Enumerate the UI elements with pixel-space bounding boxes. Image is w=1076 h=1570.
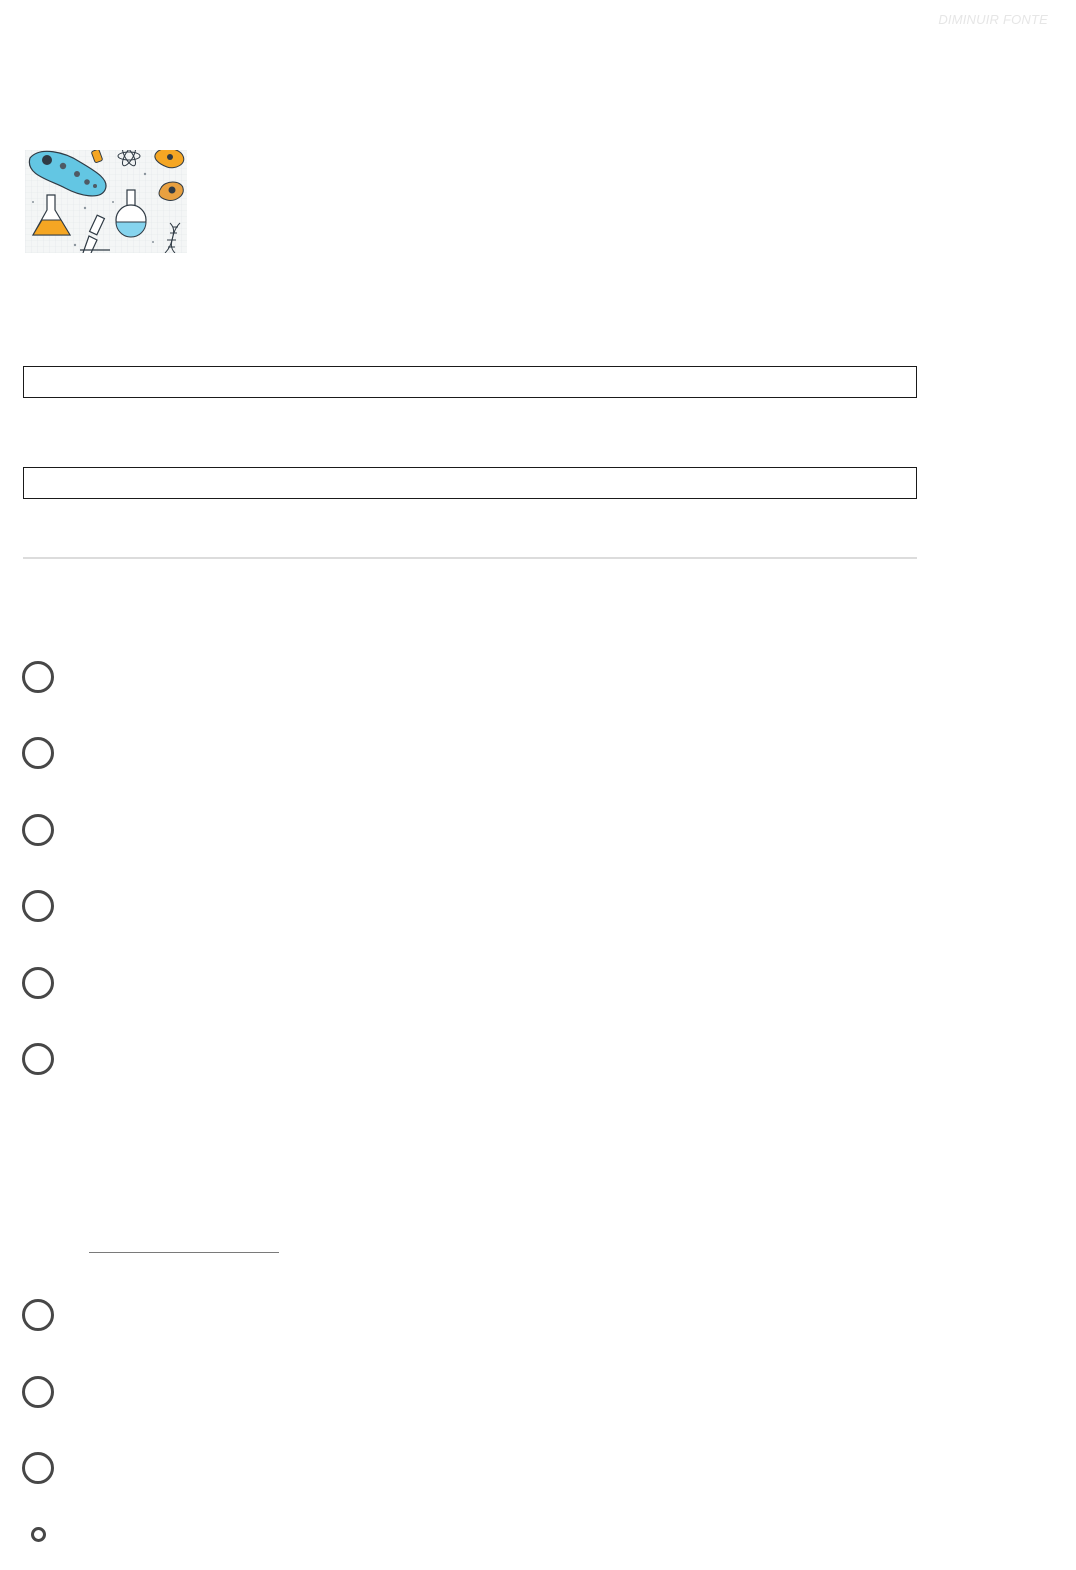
question-1-option-1-radio[interactable] [22,661,54,693]
question-2-option-1-radio[interactable] [22,1299,54,1331]
question-2-option-2-radio[interactable] [22,1376,54,1408]
answer-underline [89,1252,279,1253]
text-field-2[interactable] [23,467,917,499]
question-1-option-5-radio[interactable] [22,967,54,999]
question-1-option-6-radio[interactable] [22,1043,54,1075]
question-1-option-3-radio[interactable] [22,814,54,846]
question-2-option-3-radio[interactable] [22,1452,54,1484]
text-field-1[interactable] [23,366,917,398]
question-2-option-4-radio[interactable] [31,1527,46,1542]
section-divider [23,557,917,559]
science-doodles-image [25,150,187,253]
question-1-option-4-radio[interactable] [22,890,54,922]
question-1-option-2-radio[interactable] [22,737,54,769]
decrease-font-button[interactable]: DIMINUIR FONTE [938,12,1048,27]
